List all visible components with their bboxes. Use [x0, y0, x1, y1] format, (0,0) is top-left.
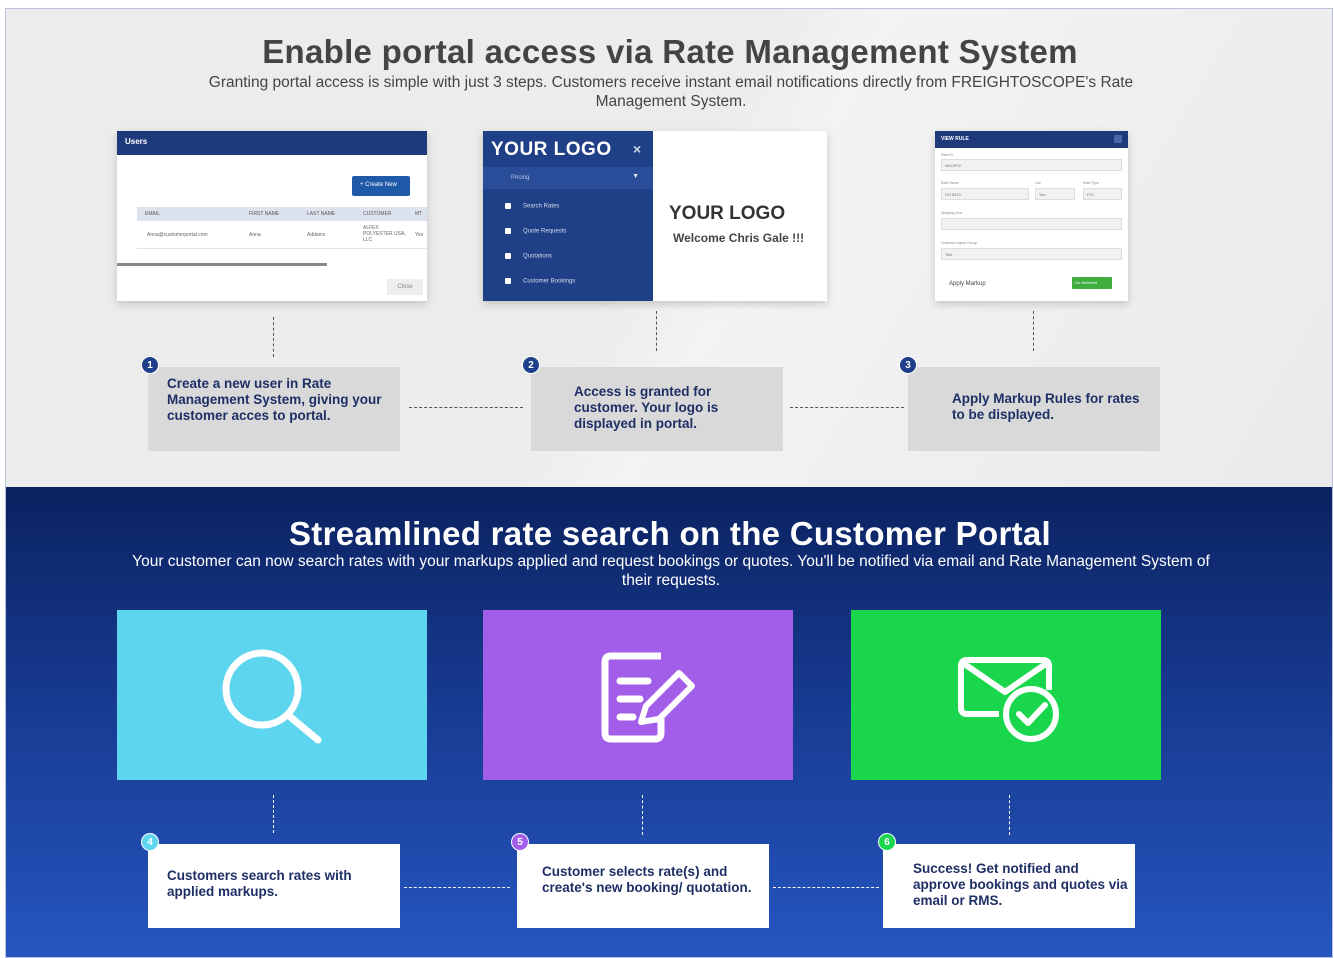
step-text: Create a new user in Rate Management Sys… [167, 376, 382, 423]
sidebar-item-search-rates[interactable]: Search Rates [505, 203, 559, 210]
column-header: FIRST NAME [249, 211, 280, 217]
sidebar-item-label: Quotations [523, 253, 553, 260]
infographic-frame: Enable portal access via Rate Management… [5, 8, 1333, 958]
connector-line [273, 317, 274, 357]
field-label: Shipping Line [941, 211, 963, 215]
view-rule-title: VIEW RULE [935, 131, 1128, 148]
mail-check-icon [958, 657, 1059, 742]
column-header: MT [415, 211, 423, 217]
field-label: Rate Name [941, 181, 959, 185]
connector-line [273, 795, 274, 833]
step-card-2: Access is granted for customer. Your log… [531, 367, 783, 451]
connector-line [404, 887, 510, 888]
step-card-1: Create a new user in Rate Management Sys… [148, 367, 400, 451]
shipping-line-field[interactable] [941, 218, 1122, 230]
rate-type-select[interactable]: FCL [1083, 188, 1122, 200]
rate-name-field[interactable]: DH 8310 [941, 188, 1029, 200]
portal-screenshot: YOUR LOGO × Pricing ▼ Search Rates Quote… [483, 131, 827, 301]
search-icon [505, 203, 511, 209]
step-card-6: Success! Get notified and approve bookin… [883, 844, 1135, 928]
apply-markup-label: Apply Markup [949, 281, 986, 287]
sidebar-item-label: Pricing [511, 175, 530, 181]
sidebar-item-quote-requests[interactable]: Quote Requests [505, 228, 566, 235]
field-label: Rate ID [941, 153, 953, 157]
step-card-3: Apply Markup Rules for rates to be displ… [908, 367, 1160, 451]
quotation-tile [483, 610, 793, 780]
close-icon[interactable]: × [633, 141, 641, 157]
section-subtitle: Granting portal access is simple with ju… [208, 74, 1134, 110]
cell-email: Anna@customerportal.com [147, 232, 208, 238]
create-new-button[interactable]: + Create New [352, 176, 410, 196]
users-table-header: EMAIL FIRST NAME LAST NAME CUSTOMER MT [137, 207, 427, 221]
cell-last-name: Addams [307, 232, 326, 238]
table-row[interactable]: Anna@customerportal.com Anna Addams ALFE… [137, 223, 427, 249]
edit-document-icon [601, 652, 695, 743]
sidebar-item-quotations[interactable]: Quotations [505, 253, 552, 260]
portal-sidebar: YOUR LOGO × Pricing ▼ Search Rates Quote… [483, 131, 653, 301]
cell-customer: ALFEX POLYESTER USA, LLC [363, 225, 406, 243]
step-text: Customers search rates with applied mark… [167, 868, 352, 899]
connector-line [642, 795, 643, 835]
sidebar-item-pricing[interactable]: Pricing ▼ [483, 167, 653, 189]
field-label: Rate Type [1083, 181, 1099, 185]
sidebar-item-label: Customer Bookings [523, 278, 576, 285]
sidebar-item-label: Quote Requests [523, 228, 567, 235]
field-label: Customer Agent Group [941, 241, 977, 245]
connector-line [1033, 311, 1034, 351]
column-header: EMAIL [145, 211, 161, 217]
connector-line [1009, 795, 1010, 835]
cell-first-name: Anna [249, 232, 261, 238]
our-select[interactable]: Yes [1035, 188, 1075, 200]
connector-line [656, 311, 657, 351]
field-label: Our [1035, 181, 1041, 185]
step-text: Access is granted for customer. Your log… [574, 384, 719, 431]
step-badge-6: 6 [878, 833, 896, 851]
users-screenshot: Users + Create New EMAIL FIRST NAME LAST… [117, 131, 427, 301]
sidebar-item-label: Search Rates [523, 203, 560, 210]
section-subtitle: Your customer can now search rates with … [132, 553, 1210, 589]
step-badge-3: 3 [899, 356, 917, 374]
chevron-down-icon: ▼ [632, 173, 639, 180]
step-badge-2: 2 [522, 356, 540, 374]
users-title: Users [117, 131, 427, 155]
customer-agent-group-select[interactable]: Test [941, 248, 1122, 260]
dialog-title: VIEW RULE [941, 136, 969, 142]
step-text: Apply Markup Rules for rates to be displ… [952, 391, 1140, 422]
search-icon [222, 649, 322, 744]
step-badge-5: 5 [511, 833, 529, 851]
brand-logo: YOUR LOGO [669, 203, 786, 224]
step-text: Success! Get notified and approve bookin… [913, 861, 1128, 908]
apply-markup-toggle[interactable]: Un-Selected [1072, 277, 1112, 289]
connector-line [773, 887, 879, 888]
step-card-4: Customers search rates with applied mark… [148, 844, 400, 928]
horizontal-scrollbar[interactable] [117, 263, 327, 266]
close-button[interactable]: Close [387, 279, 423, 295]
document-icon [505, 253, 511, 259]
customer-portal-section: Streamlined rate search on the Customer … [6, 487, 1332, 957]
section-title: Enable portal access via Rate Management… [262, 33, 1078, 70]
view-rule-screenshot: VIEW RULE Rate ID MKUP02 Rate Name DH 83… [935, 131, 1128, 301]
sidebar-item-customer-bookings[interactable]: Customer Bookings [505, 278, 575, 285]
step-text: Customer selects rate(s) and create's ne… [542, 864, 752, 895]
sidebar-logo: YOUR LOGO [491, 139, 612, 160]
quote-icon [505, 228, 511, 234]
portal-access-section: Enable portal access via Rate Management… [6, 9, 1332, 487]
connector-line [790, 407, 904, 408]
step-badge-4: 4 [141, 833, 159, 851]
cell-status: Yes [415, 232, 424, 238]
step-badge-1: 1 [141, 356, 159, 374]
section-title: Streamlined rate search on the Customer … [288, 515, 1052, 552]
welcome-message: Welcome Chris Gale !!! [673, 231, 805, 245]
step-card-5: Customer selects rate(s) and create's ne… [517, 844, 769, 928]
booking-icon [505, 278, 511, 284]
rate-id-field[interactable]: MKUP02 [941, 159, 1122, 171]
column-header: LAST NAME [307, 211, 336, 217]
close-icon[interactable] [1114, 135, 1122, 143]
search-tile [117, 610, 427, 780]
notification-tile [851, 610, 1161, 780]
column-header: CUSTOMER [363, 211, 392, 217]
connector-line [409, 407, 523, 408]
